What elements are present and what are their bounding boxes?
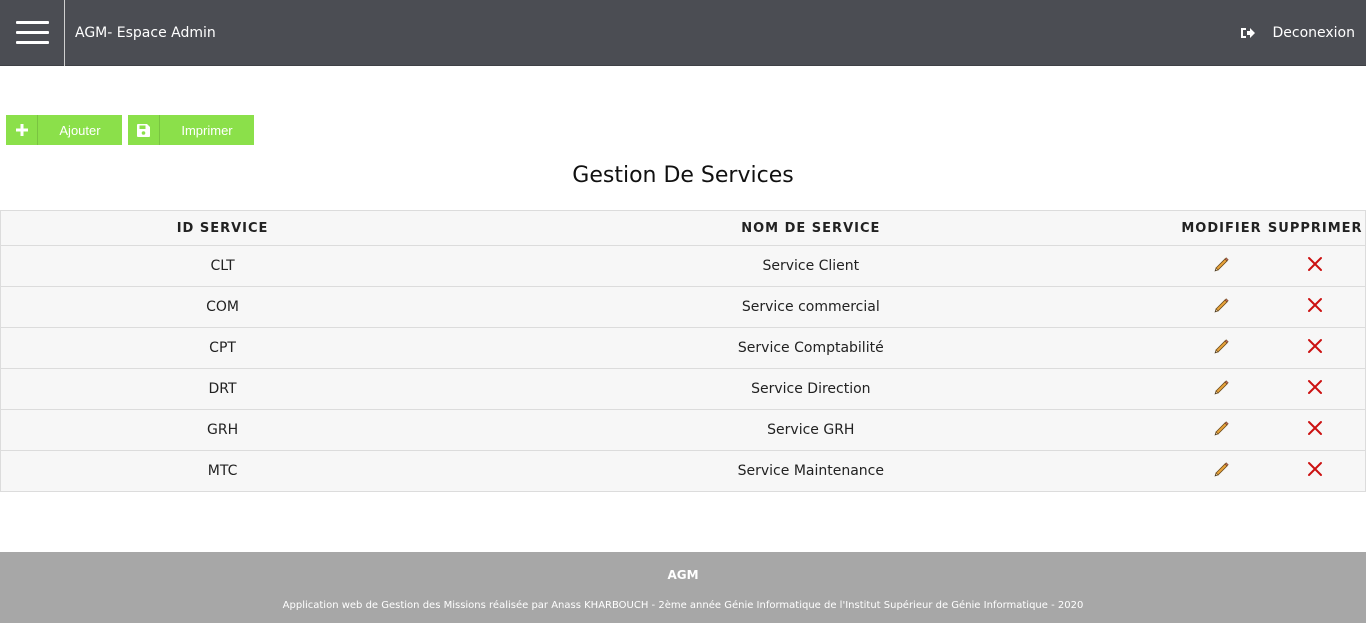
service-name-cell: Service GRH: [444, 409, 1178, 451]
footer: AGM Application web de Gestion des Missi…: [0, 552, 1366, 623]
delete-cell: [1265, 450, 1366, 492]
table-row: CPT Service Comptabilité: [0, 327, 1366, 369]
service-name-cell: Service Maintenance: [444, 450, 1178, 492]
add-button[interactable]: Ajouter: [6, 115, 122, 145]
cross-icon[interactable]: [1307, 420, 1323, 440]
modify-cell: [1177, 286, 1266, 328]
service-id-cell: CPT: [0, 327, 445, 369]
table-row: COM Service commercial: [0, 286, 1366, 328]
column-header-delete: SUPPRIMER: [1265, 210, 1366, 246]
modify-cell: [1177, 245, 1266, 287]
table-row: MTC Service Maintenance: [0, 450, 1366, 492]
delete-cell: [1265, 327, 1366, 369]
pencil-icon[interactable]: [1213, 420, 1230, 441]
column-header-id: ID SERVICE: [0, 210, 445, 246]
footer-brand: AGM: [667, 568, 699, 582]
delete-cell: [1265, 286, 1366, 328]
top-navbar: AGM- Espace Admin Deconexion: [0, 0, 1366, 66]
delete-cell: [1265, 245, 1366, 287]
add-button-label: Ajouter: [59, 122, 101, 138]
service-name-cell: Service Client: [444, 245, 1178, 287]
cross-icon[interactable]: [1307, 297, 1323, 317]
column-header-name: NOM DE SERVICE: [444, 210, 1178, 246]
service-name-cell: Service Comptabilité: [444, 327, 1178, 369]
service-name-cell: Service Direction: [444, 368, 1178, 410]
print-button[interactable]: Imprimer: [128, 115, 254, 145]
delete-cell: [1265, 368, 1366, 410]
footer-credits: Application web de Gestion des Missions …: [282, 600, 1084, 611]
service-id-cell: COM: [0, 286, 445, 328]
table-row: CLT Service Client: [0, 245, 1366, 287]
service-id-cell: CLT: [0, 245, 445, 287]
table-row: GRH Service GRH: [0, 409, 1366, 451]
column-header-modify: MODIFIER: [1177, 210, 1266, 246]
service-id-cell: GRH: [0, 409, 445, 451]
modify-cell: [1177, 450, 1266, 492]
page-title: Gestion De Services: [572, 163, 794, 188]
plus-icon: [6, 115, 38, 145]
app-title: AGM- Espace Admin: [75, 24, 216, 41]
services-table: ID SERVICE NOM DE SERVICE MODIFIER SUPPR…: [0, 210, 1366, 492]
print-button-label: Imprimer: [181, 122, 233, 138]
pencil-icon[interactable]: [1213, 461, 1230, 482]
cross-icon[interactable]: [1307, 461, 1323, 481]
pencil-icon[interactable]: [1213, 338, 1230, 359]
logout-label: Deconexion: [1272, 24, 1355, 41]
table-row: DRT Service Direction: [0, 368, 1366, 410]
cross-icon[interactable]: [1307, 338, 1323, 358]
delete-cell: [1265, 409, 1366, 451]
service-id-cell: MTC: [0, 450, 445, 492]
hamburger-menu-icon[interactable]: [0, 0, 65, 66]
modify-cell: [1177, 368, 1266, 410]
floppy-disk-icon: [128, 115, 160, 145]
pencil-icon[interactable]: [1213, 379, 1230, 400]
sign-out-icon: [1241, 27, 1256, 38]
modify-cell: [1177, 409, 1266, 451]
pencil-icon[interactable]: [1213, 297, 1230, 318]
cross-icon[interactable]: [1307, 379, 1323, 399]
logout-link[interactable]: Deconexion: [1240, 25, 1355, 41]
modify-cell: [1177, 327, 1266, 369]
table-header-row: ID SERVICE NOM DE SERVICE MODIFIER SUPPR…: [0, 210, 1366, 246]
pencil-icon[interactable]: [1213, 256, 1230, 277]
service-id-cell: DRT: [0, 368, 445, 410]
cross-icon[interactable]: [1307, 256, 1323, 276]
service-name-cell: Service commercial: [444, 286, 1178, 328]
